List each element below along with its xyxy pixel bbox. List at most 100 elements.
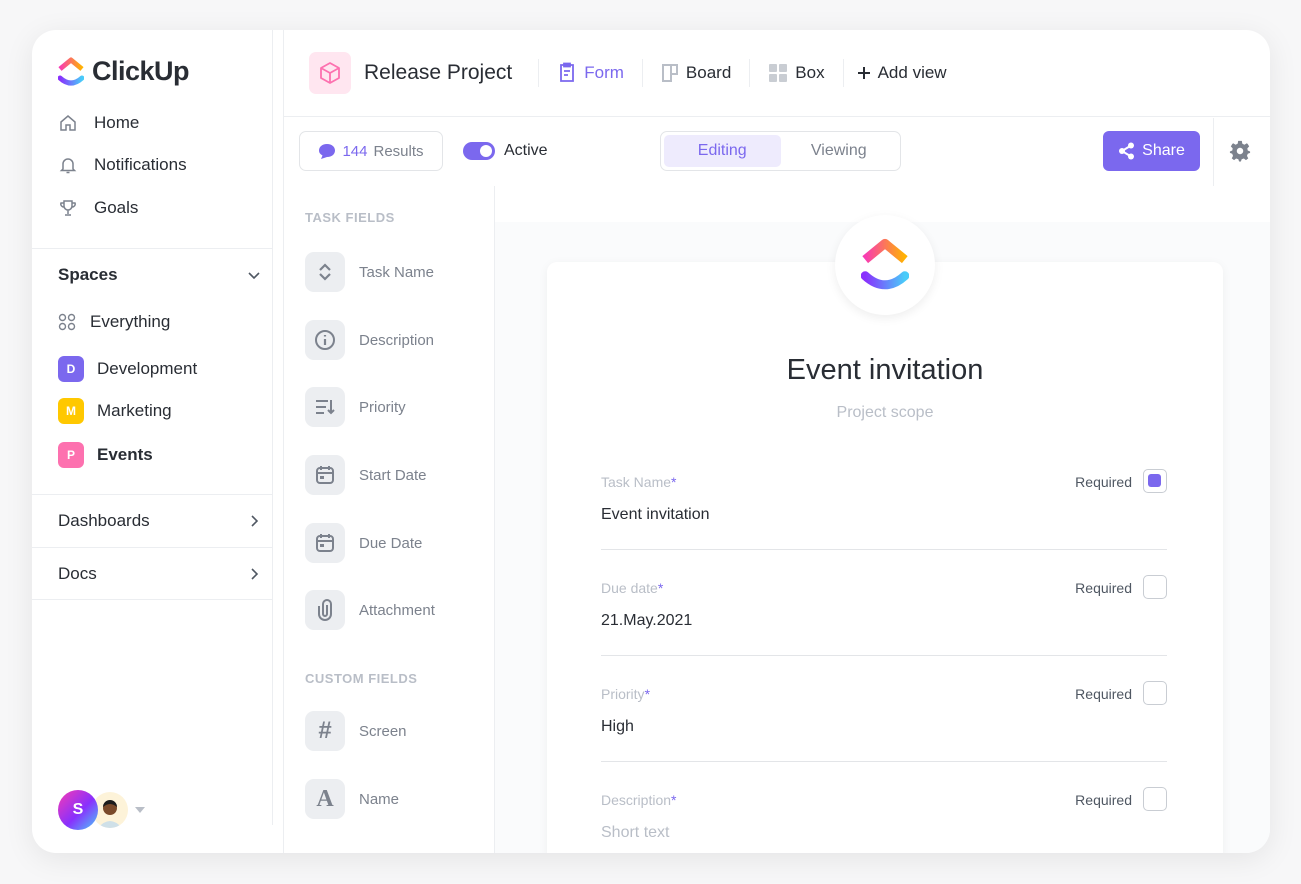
required-checkbox[interactable] [1143, 469, 1167, 493]
calendar-icon [305, 523, 345, 563]
cube-icon [320, 62, 340, 84]
field-label: Priority [359, 398, 406, 416]
board-icon [661, 64, 678, 82]
mode-switch: Editing Viewing [660, 131, 901, 171]
project-icon [309, 52, 351, 94]
space-label: Everything [90, 312, 171, 331]
sidebar: ClickUp Home Notifications Goals Spaces … [32, 30, 273, 830]
required-checkbox[interactable] [1143, 575, 1167, 599]
share-icon [1119, 142, 1135, 160]
field-attachment[interactable]: Attachment [305, 590, 435, 630]
field-name[interactable]: A Name [305, 779, 399, 819]
share-button[interactable]: Share [1103, 131, 1200, 171]
trophy-icon [60, 200, 76, 216]
editing-tab[interactable]: Editing [664, 135, 781, 167]
form-subtitle: Project scope [836, 404, 934, 421]
text-icon: A [305, 779, 345, 819]
divider [601, 655, 1167, 656]
space-marketing[interactable]: M Marketing [58, 398, 172, 424]
tab-form[interactable]: Form [538, 59, 642, 87]
required-label: Required [1075, 474, 1132, 490]
clickup-logo[interactable]: ClickUp [58, 56, 190, 87]
add-view-button[interactable]: Add view [842, 59, 965, 87]
nav-notifications[interactable]: Notifications [58, 155, 187, 175]
row-value[interactable]: Event invitation [601, 506, 710, 524]
results-button[interactable]: 144 Results [299, 131, 443, 171]
field-label: Name [359, 790, 400, 808]
priority-icon [305, 387, 345, 427]
clickup-logo-icon [58, 57, 84, 85]
plus-icon [857, 67, 870, 79]
space-label: Events [97, 445, 153, 464]
project-title: Release Project [364, 61, 513, 84]
row-value[interactable]: High [601, 718, 634, 736]
space-badge: P [58, 442, 84, 468]
field-due-date[interactable]: Due Date [305, 523, 422, 563]
user-menu[interactable]: S [58, 790, 145, 830]
field-label: Start Date [359, 466, 427, 484]
space-development[interactable]: D Development [58, 356, 197, 382]
required-label: Required [1075, 792, 1132, 808]
field-label: Description [359, 331, 435, 349]
nav-goals[interactable]: Goals [58, 198, 138, 218]
row-label: Priority* [601, 686, 651, 702]
tab-label: Box [795, 63, 825, 82]
form-card: Event invitation Project scope Task Name… [547, 215, 1223, 853]
clickup-logo-icon [861, 238, 909, 290]
dashboards-label: Dashboards [58, 511, 150, 530]
docs-item[interactable]: Docs [32, 547, 273, 600]
space-events[interactable]: P Events [58, 442, 153, 468]
viewing-tab[interactable]: Viewing [781, 135, 898, 167]
spaces-label: Spaces [58, 265, 118, 284]
docs-label: Docs [58, 563, 97, 583]
tab-board[interactable]: Board [641, 59, 749, 87]
row-value[interactable]: 21.May.2021 [601, 612, 692, 630]
field-label: Attachment [359, 601, 435, 619]
results-count: 144 [342, 142, 368, 160]
required-checkbox[interactable] [1143, 787, 1167, 811]
bell-icon [59, 158, 77, 174]
form-title: Event invitation [786, 354, 984, 386]
field-label: Due Date [359, 534, 423, 552]
row-label: Due date* [601, 580, 664, 596]
form-logo [835, 215, 935, 315]
tab-label: Form [584, 63, 624, 82]
brand-name: ClickUp [92, 56, 190, 86]
space-everything[interactable]: Everything [58, 312, 170, 332]
nav-label: Notifications [94, 155, 187, 174]
field-description[interactable]: Description [305, 320, 434, 360]
field-start-date[interactable]: Start Date [305, 455, 427, 495]
nav-home[interactable]: Home [58, 113, 139, 133]
form-row-due-date: Due date* Required 21.May.2021 [601, 575, 1167, 656]
spaces-header[interactable]: Spaces [32, 248, 273, 301]
space-badge: D [58, 356, 84, 382]
required-label: Required [1075, 686, 1132, 702]
space-label: Development [97, 359, 198, 378]
field-task-name[interactable]: Task Name [305, 252, 434, 292]
info-icon [305, 320, 345, 360]
active-label: Active [504, 142, 548, 159]
chevron-down-icon[interactable] [247, 268, 261, 282]
toolbar: 144 Results Active Editing Viewing Share [299, 131, 1270, 171]
field-label: Task Name [359, 263, 435, 281]
field-priority[interactable]: Priority [305, 387, 406, 427]
chevron-right-icon [251, 515, 259, 527]
main-panel: Release Project Form Board Box Add view … [283, 30, 1270, 853]
field-label: Screen [359, 722, 407, 740]
form-row-description: Description* Required Short text [601, 787, 1167, 853]
row-placeholder[interactable]: Short text [601, 824, 669, 842]
form-row-priority: Priority* Required High [601, 681, 1167, 762]
active-toggle[interactable] [463, 142, 495, 160]
gear-icon[interactable] [1229, 140, 1251, 162]
divider [601, 761, 1167, 762]
form-canvas: Event invitation Project scope Task Name… [495, 215, 1270, 853]
required-label: Required [1075, 580, 1132, 596]
divider [1213, 118, 1214, 186]
dashboards-item[interactable]: Dashboards [32, 494, 273, 547]
form-row-task-name: Task Name* Required Event invitation [601, 469, 1167, 550]
row-label: Description* [601, 792, 677, 808]
field-screen[interactable]: # Screen [305, 711, 407, 751]
form-icon [560, 62, 575, 82]
required-checkbox[interactable] [1143, 681, 1167, 705]
tab-box[interactable]: Box [749, 59, 842, 87]
